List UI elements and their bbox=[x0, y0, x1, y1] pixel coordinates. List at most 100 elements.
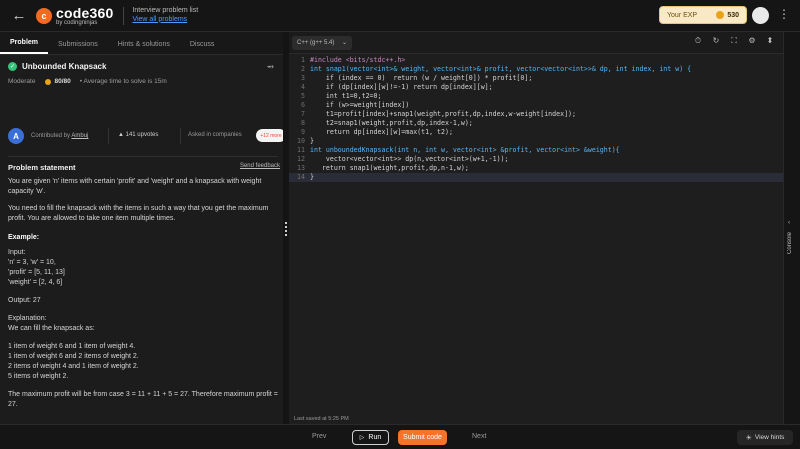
contributor: A Contributed by Ambuj bbox=[8, 128, 88, 144]
run-button[interactable]: ▷ Run bbox=[352, 430, 389, 445]
header-separator bbox=[123, 6, 125, 25]
code-line: } bbox=[310, 137, 314, 145]
fullscreen-icon[interactable]: ⛶ bbox=[725, 36, 743, 46]
input-label: Input: bbox=[8, 249, 26, 256]
input-line: 'weight' = [2, 4, 6] bbox=[8, 279, 63, 286]
code-line: int t1=0,t2=0; bbox=[310, 92, 382, 100]
contributor-avatar: A bbox=[8, 128, 24, 144]
code-line: if (w>=weight[index]) bbox=[310, 101, 410, 109]
coin-icon bbox=[45, 78, 52, 85]
line-number: 6 bbox=[301, 101, 305, 109]
problem-statement-body: You are given 'n' items with certain 'pr… bbox=[8, 177, 280, 410]
score: 80/80 bbox=[45, 78, 71, 85]
companies-badge[interactable]: +12 more bbox=[256, 129, 286, 142]
lightbulb-icon: ☀ bbox=[745, 434, 752, 442]
explanation-conclusion: The maximum profit will be from case 3 =… bbox=[8, 391, 278, 408]
timer-icon[interactable]: ⏱ bbox=[689, 36, 707, 46]
input-line: 'profit' = [5, 11, 13] bbox=[8, 269, 65, 276]
code-line: t2=snap1(weight,profit,dp,index-1,w); bbox=[310, 119, 473, 127]
line-number: 12 bbox=[297, 155, 305, 163]
language-value: C++ (g++ 5.4) bbox=[297, 39, 335, 46]
problem-list-title: Interview problem list bbox=[132, 7, 199, 15]
code-line: if (dp[index][w]!=-1) return dp[index][w… bbox=[310, 83, 493, 91]
tab-discuss[interactable]: Discuss bbox=[180, 41, 225, 54]
play-icon: ▷ bbox=[359, 435, 365, 441]
line-number: 14 bbox=[297, 173, 305, 181]
last-saved-text: Last saved at 5:25 PM bbox=[294, 416, 349, 422]
contributor-row: A Contributed by Ambuj ▲ 141 upvotes Ask… bbox=[8, 128, 286, 150]
code-line: vector<vector<int>> dp(n,vector<int>(w+1… bbox=[310, 155, 509, 163]
explanation-line: 2 items of weight 4 and 1 item of weight… bbox=[8, 363, 139, 370]
top-bar: ← c code360 by codingninjas Interview pr… bbox=[0, 0, 800, 32]
line-number: 10 bbox=[297, 137, 305, 145]
console-sidebar: ‹ Console bbox=[783, 32, 800, 424]
line-number: 3 bbox=[301, 74, 305, 82]
problem-meta: Moderate 80/80 • Average time to solve i… bbox=[8, 78, 167, 85]
view-hints-button[interactable]: ☀ View hints bbox=[737, 430, 793, 445]
line-number: 1 bbox=[301, 56, 305, 64]
back-arrow-icon[interactable]: ← bbox=[8, 7, 30, 24]
line-number: 13 bbox=[297, 164, 305, 172]
avg-time-text: Average time to solve is 15m bbox=[83, 78, 167, 85]
contributor-link[interactable]: Ambuj bbox=[71, 133, 88, 139]
chevron-left-icon[interactable]: ‹ bbox=[788, 220, 790, 226]
thumbs-up-icon: ▲ bbox=[118, 132, 124, 138]
difficulty-label: Moderate bbox=[8, 78, 36, 85]
score-value: 80/80 bbox=[54, 78, 71, 85]
console-toggle[interactable]: Console bbox=[787, 232, 793, 254]
line-number: 9 bbox=[301, 128, 305, 136]
submit-code-button[interactable]: Submit code bbox=[398, 430, 447, 445]
meta-separator bbox=[180, 128, 181, 144]
problem-statement-header: Problem statement Send feedback bbox=[8, 163, 280, 172]
settings-icon[interactable]: ⚙ bbox=[743, 36, 761, 46]
problem-list: Interview problem list View all problems bbox=[132, 7, 198, 23]
code-line: return dp[index][w]=max(t1, t2); bbox=[310, 128, 453, 136]
problem-statement-title: Problem statement bbox=[8, 163, 76, 172]
code-line: } bbox=[310, 173, 314, 181]
logo-main-text: code360 bbox=[56, 4, 114, 21]
statement-paragraph: You are given 'n' items with certain 'pr… bbox=[8, 178, 262, 195]
explanation-line: 1 item of weight 6 and 2 items of weight… bbox=[8, 353, 139, 360]
expand-icon[interactable]: ⬍ bbox=[761, 36, 779, 46]
send-feedback-link[interactable]: Send feedback bbox=[240, 163, 280, 172]
code-line: int unboundedKnapsack(int n, int w, vect… bbox=[310, 146, 620, 154]
tab-problem[interactable]: Problem bbox=[0, 39, 49, 54]
problem-panel: Problem Submissions Hints & solutions Di… bbox=[0, 32, 286, 424]
input-line: 'n' = 3, 'w' = 10, bbox=[8, 259, 56, 266]
explanation-line: We can fill the knapsack as: bbox=[8, 325, 95, 332]
explanation-line: 1 item of weight 6 and 1 item of weight … bbox=[8, 343, 136, 350]
code-line: int snap1(vector<int>& weight, vector<in… bbox=[310, 65, 692, 73]
logo[interactable]: c code360 by codingninjas bbox=[36, 6, 113, 26]
tab-hints-solutions[interactable]: Hints & solutions bbox=[108, 41, 180, 54]
user-avatar[interactable] bbox=[752, 7, 769, 24]
view-hints-label: View hints bbox=[754, 434, 785, 441]
next-button[interactable]: Next bbox=[472, 433, 486, 440]
exp-badge[interactable]: Your EXP 530 bbox=[659, 6, 747, 24]
example-heading: Example: bbox=[8, 234, 40, 241]
exp-value: 530 bbox=[727, 11, 739, 19]
upvote-count: 141 upvotes bbox=[125, 132, 159, 138]
view-all-problems-link[interactable]: View all problems bbox=[132, 16, 198, 24]
problem-title-row: ✓ Unbounded Knapsack ⥇ bbox=[8, 61, 278, 72]
more-menu-icon[interactable]: ⋮ bbox=[776, 7, 792, 24]
prev-button[interactable]: Prev bbox=[312, 433, 326, 440]
coin-icon bbox=[716, 11, 725, 19]
tab-submissions[interactable]: Submissions bbox=[48, 41, 108, 54]
avg-time: • Average time to solve is 15m bbox=[79, 78, 167, 85]
output-line: Output: 27 bbox=[8, 297, 41, 304]
code-line: return snap1(weight,profit,dp,n-1,w); bbox=[310, 164, 469, 172]
share-icon[interactable]: ⥇ bbox=[267, 61, 274, 72]
logo-badge-icon: c bbox=[36, 7, 52, 24]
exp-label: Your EXP bbox=[667, 11, 698, 19]
reset-icon[interactable]: ↻ bbox=[707, 36, 725, 46]
code-line: #include <bits/stdc++.h> bbox=[310, 56, 406, 64]
code-editor-panel: C++ (g++ 5.4) ⌄ ⏱ ↻ ⛶ ⚙ ⬍ 1 #include <bit… bbox=[289, 32, 783, 434]
code-area[interactable]: 1 #include <bits/stdc++.h> 2 int snap1(vec… bbox=[289, 54, 783, 440]
language-select[interactable]: C++ (g++ 5.4) ⌄ bbox=[292, 35, 352, 50]
upvote-button[interactable]: ▲ 141 upvotes bbox=[118, 132, 158, 138]
solved-check-icon: ✓ bbox=[8, 62, 17, 71]
explanation-line: 5 items of weight 2. bbox=[8, 373, 69, 380]
statement-paragraph: You need to fill the knapsack with the i… bbox=[8, 205, 269, 222]
run-label: Run bbox=[368, 434, 382, 441]
editor-toolbar: C++ (g++ 5.4) ⌄ ⏱ ↻ ⛶ ⚙ ⬍ bbox=[289, 32, 783, 54]
